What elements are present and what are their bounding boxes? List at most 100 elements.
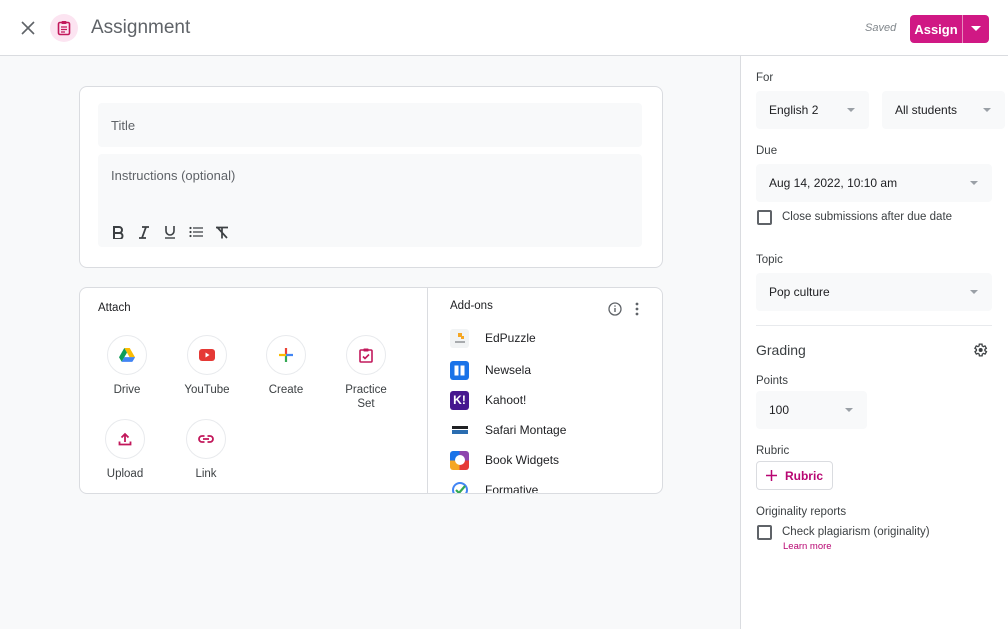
attach-create-label: Create (268, 384, 304, 396)
clear-formatting-icon (216, 225, 228, 239)
bold-button[interactable] (108, 222, 128, 242)
caret-down-icon (845, 408, 853, 412)
link-icon (198, 435, 214, 443)
for-label: For (756, 72, 774, 84)
topic-label: Topic (756, 254, 783, 266)
points-select[interactable]: 100 (756, 391, 867, 429)
attach-label: Attach (98, 302, 131, 314)
section-divider (756, 325, 992, 326)
clear-formatting-button[interactable] (212, 222, 232, 242)
caret-down-icon (970, 290, 978, 294)
top-bar: Assignment Saved Assign (0, 0, 1008, 56)
gear-icon (974, 343, 988, 357)
attach-upload-label: Upload (106, 468, 144, 480)
add-rubric-button[interactable]: Rubric (756, 461, 833, 490)
grading-title: Grading (756, 342, 806, 358)
topic-select[interactable]: Pop culture (756, 273, 992, 311)
addon-newsela[interactable]: Newsela (450, 360, 531, 380)
page-title: Assignment (91, 17, 191, 38)
instructions-input[interactable] (98, 154, 642, 209)
title-input[interactable] (98, 103, 642, 147)
more-vert-icon (635, 302, 639, 316)
attach-link-label: Link (195, 468, 217, 480)
addon-name: EdPuzzle (485, 331, 536, 345)
addons-section: Add-ons EdPuzzle Newsela K! Kahoot! Safa… (428, 288, 662, 494)
caret-down-icon (970, 181, 978, 185)
safari-montage-logo-icon (450, 420, 469, 440)
plus-icon (279, 348, 293, 362)
formative-logo-icon (450, 480, 469, 493)
attach-practice-set-button[interactable]: Practice Set (331, 335, 401, 411)
formatting-toolbar (108, 222, 232, 242)
assign-button[interactable]: Assign (910, 15, 963, 43)
plus-icon (765, 470, 777, 481)
addon-formative[interactable]: Formative (450, 480, 539, 494)
grading-settings-button[interactable] (970, 340, 990, 360)
class-select[interactable]: English 2 (756, 91, 869, 129)
book-widgets-logo-icon (450, 450, 469, 470)
attach-youtube-label: YouTube (184, 384, 230, 396)
due-label: Due (756, 145, 778, 157)
points-label: Points (756, 375, 788, 387)
attach-upload-button[interactable]: Upload (90, 419, 160, 481)
attach-youtube-button[interactable]: YouTube (172, 335, 242, 397)
class-select-value: English 2 (769, 103, 819, 117)
attach-create-button[interactable]: Create (251, 335, 321, 397)
italic-icon (139, 225, 149, 239)
addon-kahoot[interactable]: K! Kahoot! (450, 390, 526, 410)
bulleted-list-button[interactable] (186, 222, 206, 242)
attach-drive-label: Drive (113, 384, 141, 396)
addons-label: Add-ons (450, 300, 493, 312)
attach-drive-button[interactable]: Drive (92, 335, 162, 397)
addon-safari-montage[interactable]: Safari Montage (450, 420, 566, 440)
caret-down-icon (847, 108, 855, 112)
originality-label: Originality reports (756, 506, 847, 518)
youtube-icon (199, 349, 215, 361)
addon-name: Formative (485, 483, 539, 494)
assignment-icon (50, 14, 78, 42)
addon-name: Safari Montage (485, 423, 567, 437)
close-button[interactable] (16, 16, 40, 40)
learn-more-link[interactable]: Learn more (783, 541, 832, 552)
addon-name: Newsela (485, 363, 532, 377)
assign-options-button[interactable] (963, 15, 989, 43)
save-status: Saved (865, 22, 897, 34)
plagiarism-checkbox-row[interactable]: Check plagiarism (originality) (757, 525, 930, 540)
info-icon (608, 302, 622, 316)
due-date-select[interactable]: Aug 14, 2022, 10:10 am (756, 164, 992, 202)
italic-button[interactable] (134, 222, 154, 242)
close-icon (21, 21, 35, 35)
close-submissions-checkbox[interactable] (757, 210, 772, 225)
attach-practice-set-label: Practice Set (345, 384, 387, 410)
plagiarism-label: Check plagiarism (originality) (782, 526, 930, 538)
addon-name: Kahoot! (485, 393, 527, 407)
rubric-label: Rubric (756, 445, 790, 457)
caret-down-icon (983, 108, 991, 112)
bulleted-list-icon (189, 226, 203, 238)
add-rubric-label: Rubric (784, 468, 823, 483)
practice-set-icon (359, 348, 373, 363)
kahoot-logo-icon: K! (450, 390, 469, 410)
instructions-field[interactable] (98, 154, 642, 247)
points-value: 100 (769, 403, 790, 417)
attachments-card: Attach Drive YouTube Create Practice Set (79, 287, 663, 494)
topic-select-value: Pop culture (769, 285, 830, 299)
addons-info-button[interactable] (606, 300, 624, 318)
close-submissions-checkbox-row[interactable]: Close submissions after due date (757, 210, 952, 225)
google-drive-icon (119, 348, 135, 362)
title-field[interactable] (98, 103, 642, 147)
plagiarism-checkbox[interactable] (757, 525, 772, 540)
caret-down-icon (971, 26, 981, 31)
bold-icon (113, 225, 124, 239)
students-select[interactable]: All students (882, 91, 1005, 129)
addon-edpuzzle[interactable]: EdPuzzle (450, 328, 536, 348)
edpuzzle-logo-icon (450, 328, 469, 348)
students-select-value: All students (895, 103, 958, 117)
underline-button[interactable] (160, 222, 180, 242)
addons-more-button[interactable] (630, 300, 644, 318)
attach-link-button[interactable]: Link (171, 419, 241, 481)
assign-button-group: Assign (910, 15, 989, 43)
assignment-details-card (79, 86, 663, 268)
close-submissions-label: Close submissions after due date (782, 211, 953, 223)
addon-book-widgets[interactable]: Book Widgets (450, 450, 559, 470)
